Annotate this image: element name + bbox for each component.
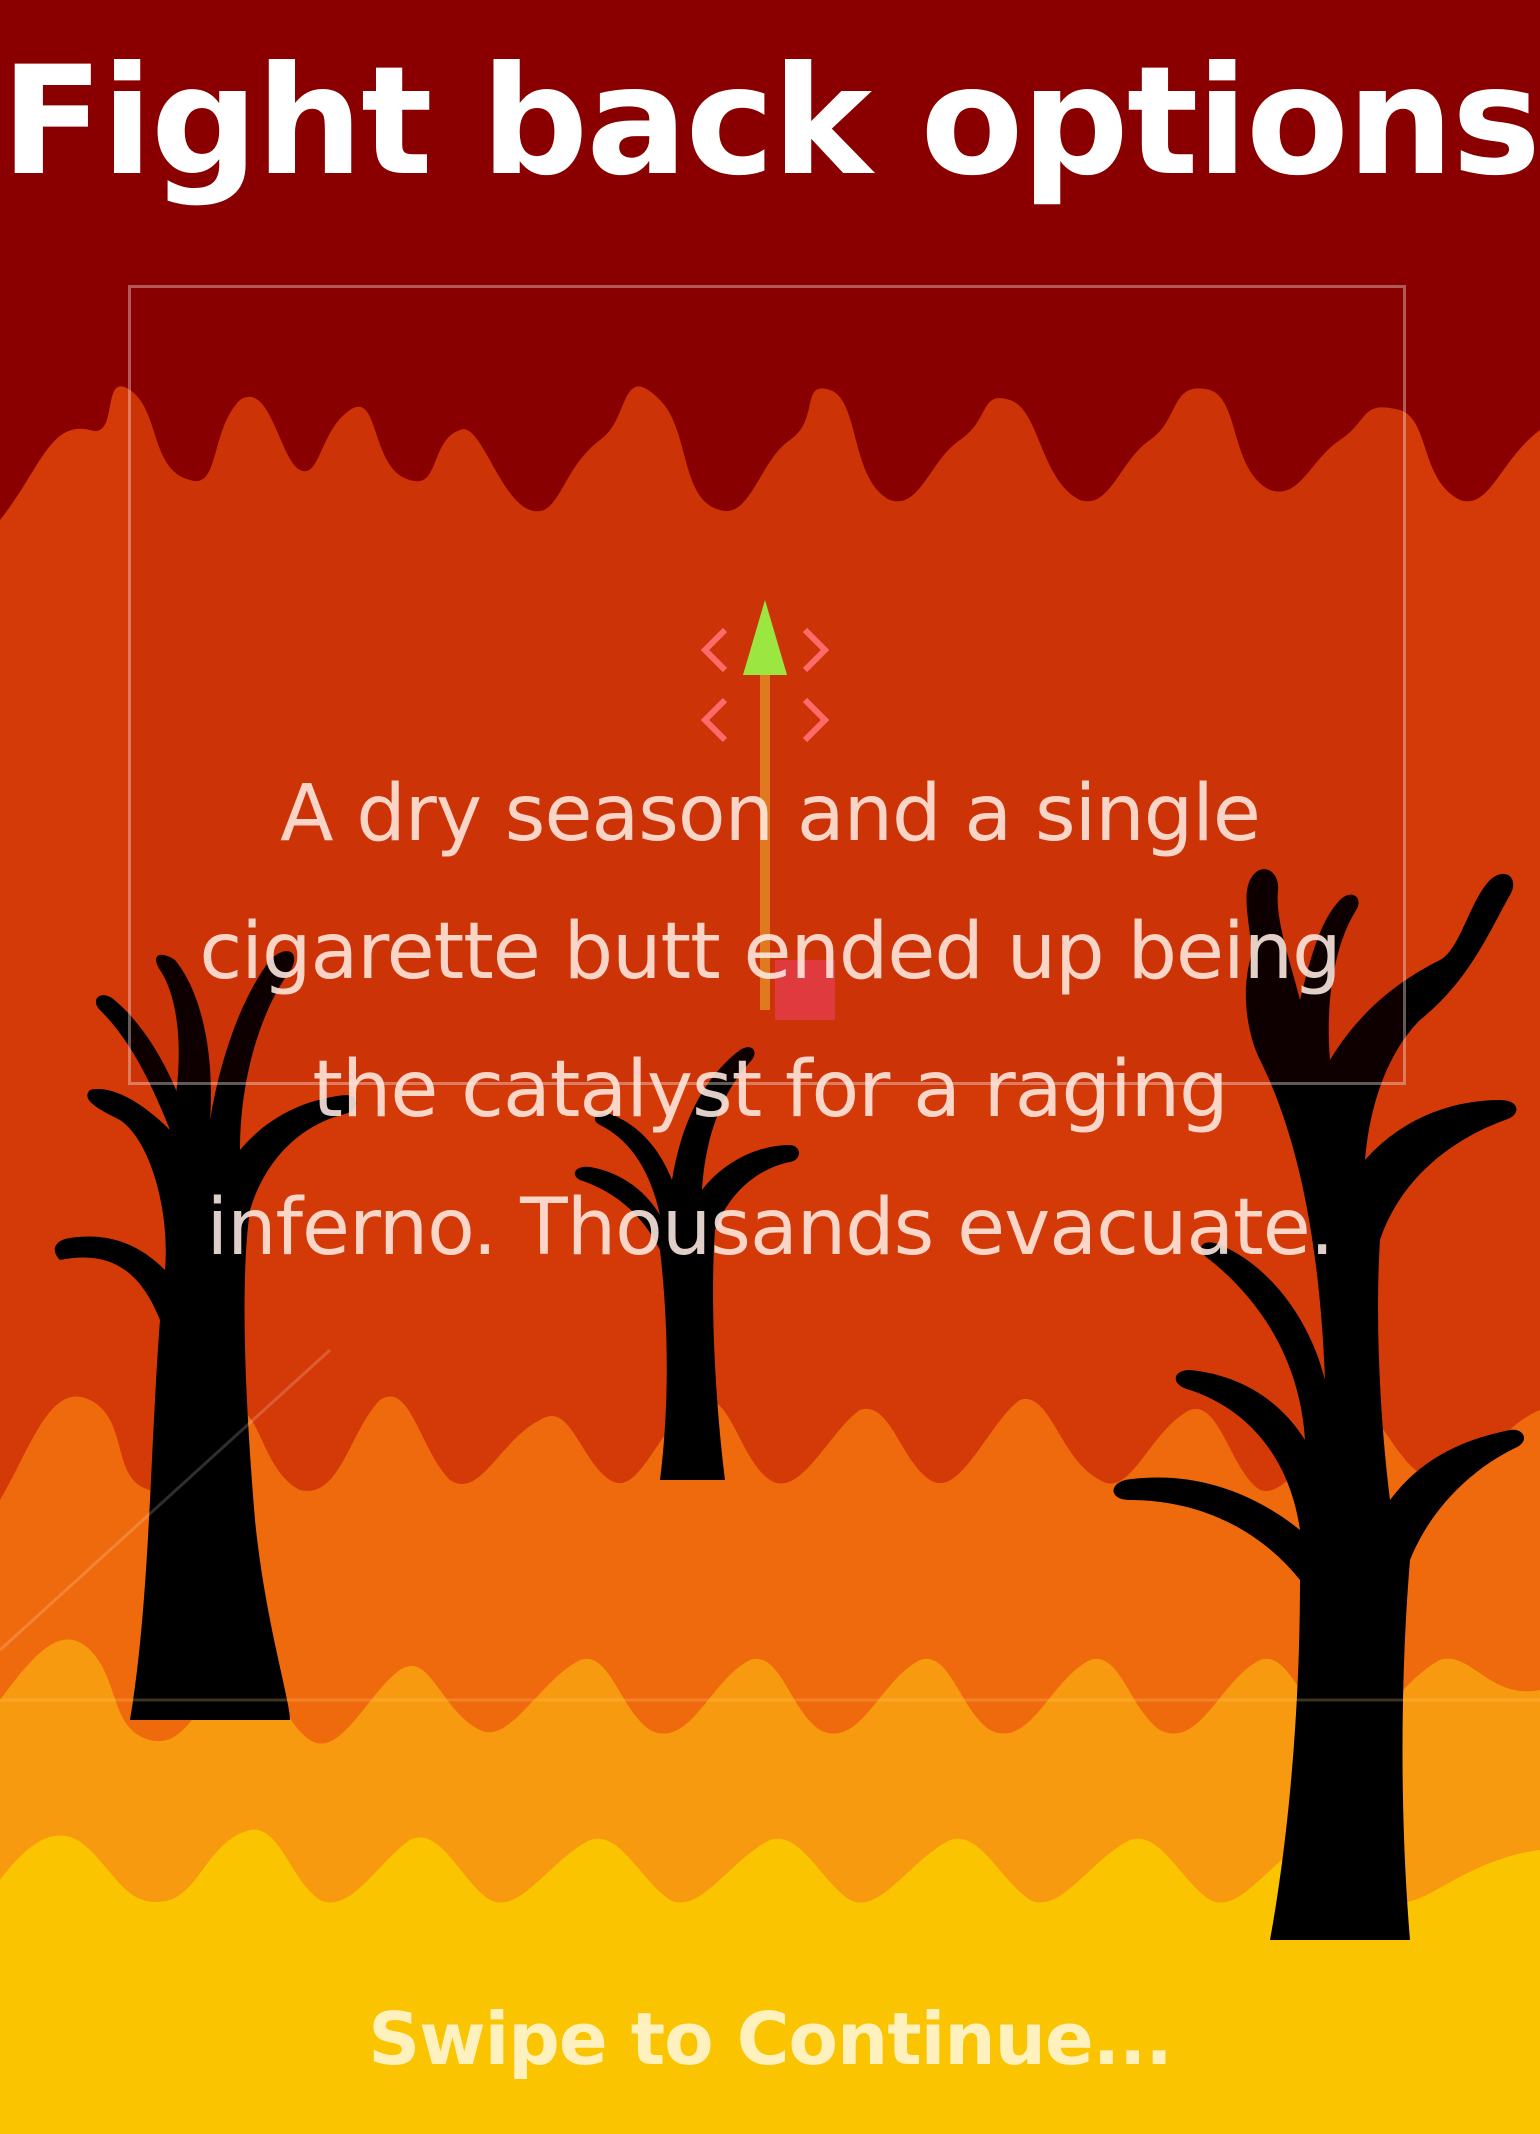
story-text: A dry season and a single cigarette butt… xyxy=(199,769,1341,1273)
game-scene[interactable]: Fight back options A dry season and a si… xyxy=(0,0,1540,2134)
page-title: Fight back options xyxy=(0,35,1540,209)
swipe-to-continue-prompt[interactable]: Swipe to Continue... xyxy=(0,1999,1540,2079)
